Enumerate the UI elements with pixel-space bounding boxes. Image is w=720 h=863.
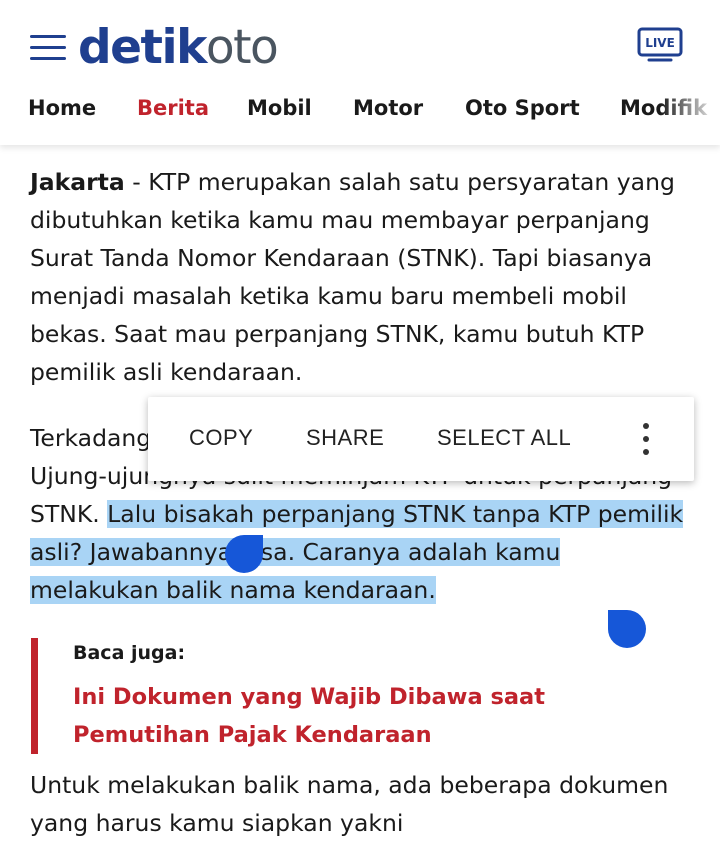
article-dateline: Jakarta	[30, 168, 125, 196]
text-selection-menu: COPY SHARE SELECT ALL	[148, 397, 694, 481]
more-options-icon[interactable]	[636, 421, 656, 457]
live-tv-icon[interactable]: LIVE	[637, 27, 683, 63]
article-paragraph-3: Untuk melakukan balik nama, ada beberapa…	[30, 771, 669, 837]
menu-icon[interactable]	[30, 33, 66, 63]
share-button[interactable]: SHARE	[306, 425, 384, 451]
live-label: LIVE	[645, 36, 675, 50]
site-header: detikoto LIVE Home Berita Mobil Motor Ot…	[0, 0, 720, 145]
selection-end-handle[interactable]	[608, 610, 646, 648]
selection-start-handle[interactable]	[225, 535, 263, 573]
logo-text-oto: oto	[205, 20, 279, 75]
nav-item-berita[interactable]: Berita	[137, 96, 209, 120]
article-paragraph-1-text: - KTP merupakan salah satu persyaratan y…	[30, 168, 675, 386]
nav-fade-overlay	[660, 92, 720, 132]
related-article-box: Baca juga: Ini Dokumen yang Wajib Dibawa…	[31, 638, 691, 754]
related-article-link[interactable]: Ini Dokumen yang Wajib Dibawa saat Pemut…	[73, 678, 663, 754]
site-logo[interactable]: detikoto	[78, 20, 279, 76]
nav-item-motor[interactable]: Motor	[353, 96, 423, 120]
copy-button[interactable]: COPY	[189, 425, 253, 451]
category-nav: Home Berita Mobil Motor Oto Sport Modifi…	[0, 92, 720, 132]
nav-item-oto-sport[interactable]: Oto Sport	[465, 96, 580, 120]
selected-text[interactable]: Lalu bisakah perpanjang STNK tanpa KTP p…	[30, 500, 684, 604]
article-paragraph-1: Jakarta - KTP merupakan salah satu persy…	[30, 163, 695, 391]
nav-item-home[interactable]: Home	[28, 96, 96, 120]
related-label: Baca juga:	[73, 642, 186, 664]
select-all-button[interactable]: SELECT ALL	[437, 425, 571, 451]
logo-text-detik: detik	[78, 20, 207, 75]
nav-item-mobil[interactable]: Mobil	[247, 96, 312, 120]
